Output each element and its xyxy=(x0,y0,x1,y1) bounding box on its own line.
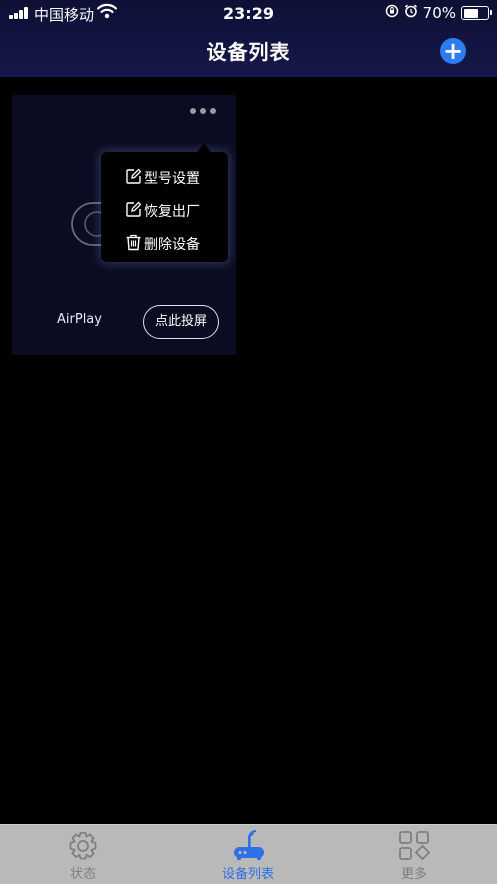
edit-icon xyxy=(125,168,142,189)
tab-status[interactable]: 状态 xyxy=(23,825,143,884)
status-right-group: 70% xyxy=(385,4,492,22)
more-dots-icon[interactable] xyxy=(190,108,216,114)
trash-icon xyxy=(125,234,142,255)
tab-bar: 状态 设备列表 更多 xyxy=(0,824,497,884)
battery-percent: 70% xyxy=(422,4,456,22)
gear-icon xyxy=(23,830,143,862)
page-title: 设备列表 xyxy=(206,40,291,64)
alarm-icon xyxy=(404,4,418,22)
tab-device-list[interactable]: 设备列表 xyxy=(188,825,308,884)
grid-icon xyxy=(354,830,474,862)
device-options-menu: 型号设置 恢复出厂 删除设备 xyxy=(101,144,228,262)
router-icon xyxy=(188,830,308,862)
tab-label: 设备列表 xyxy=(221,867,274,882)
tab-more[interactable]: 更多 xyxy=(354,825,474,884)
status-bar: 中国移动 23:29 70% xyxy=(0,0,497,26)
plus-circle-icon[interactable]: + xyxy=(440,38,466,64)
battery-icon xyxy=(461,6,492,20)
menu-item-factory-reset[interactable]: 恢复出厂 xyxy=(125,199,200,223)
orientation-lock-icon xyxy=(385,4,399,22)
device-name: AirPlay xyxy=(57,312,102,327)
menu-item-label: 恢复出厂 xyxy=(144,204,200,220)
tab-label: 状态 xyxy=(69,867,96,882)
menu-item-label: 删除设备 xyxy=(144,237,200,253)
edit-icon xyxy=(125,201,142,222)
top-bar: 中国移动 23:29 70% 设备列表 + xyxy=(0,0,497,77)
menu-item-model-settings[interactable]: 型号设置 xyxy=(125,166,200,190)
tab-label: 更多 xyxy=(400,867,427,882)
menu-item-label: 型号设置 xyxy=(144,171,200,187)
cast-screen-button[interactable]: 点此投屏 xyxy=(143,305,219,339)
menu-item-delete-device[interactable]: 删除设备 xyxy=(125,232,200,256)
